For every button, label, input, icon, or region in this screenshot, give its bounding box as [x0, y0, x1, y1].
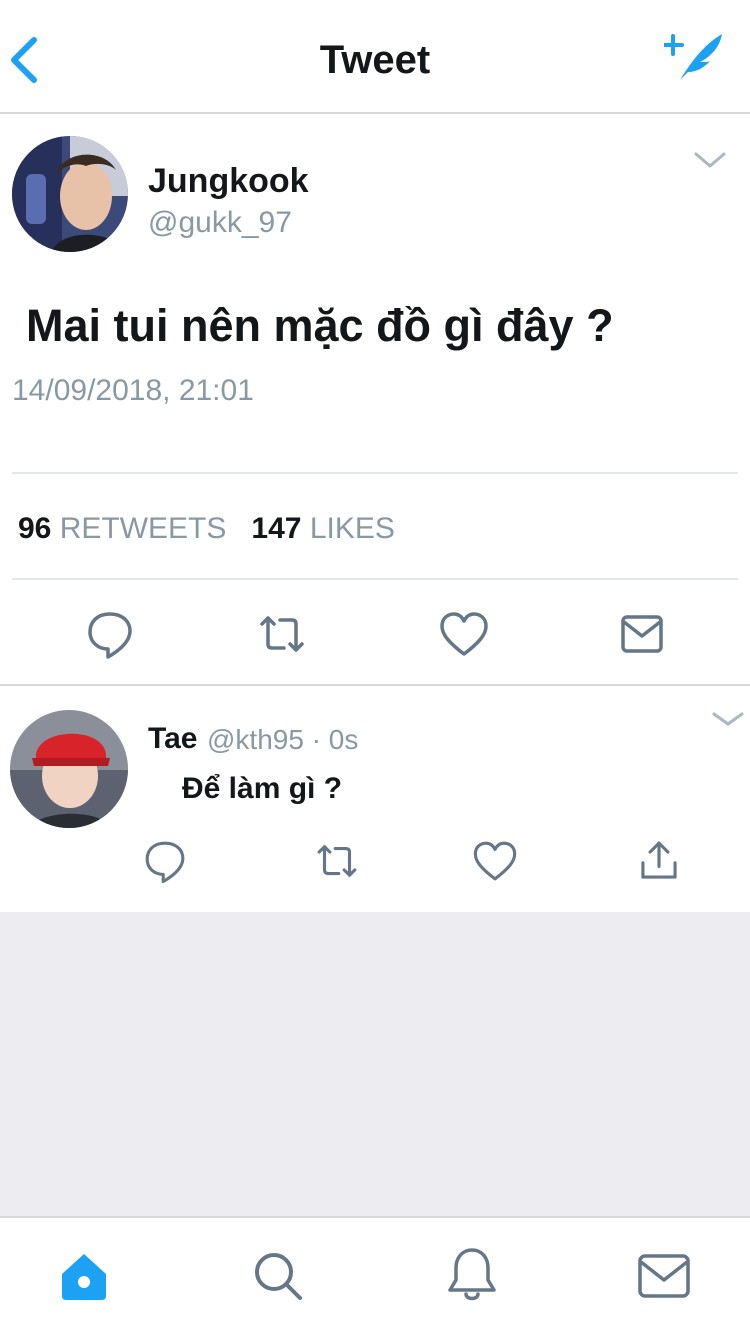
likes-label[interactable]: LIKES	[310, 512, 395, 545]
retweets-label[interactable]: RETWEETS	[60, 512, 227, 545]
home-icon[interactable]	[52, 1244, 116, 1308]
search-icon[interactable]	[246, 1244, 310, 1308]
engagement-stats: 96 RETWEETS 147 LIKES	[18, 512, 395, 546]
like-icon[interactable]	[470, 836, 520, 886]
reply-meta: @kth95 · 0s	[207, 724, 359, 755]
reply-icon[interactable]	[82, 606, 138, 662]
messages-icon[interactable]	[632, 1244, 696, 1308]
author-name[interactable]: Jungkook	[148, 162, 309, 201]
author-handle[interactable]: @gukk_97	[148, 206, 292, 240]
divider	[12, 578, 738, 580]
empty-area	[0, 912, 750, 1218]
tweet-timestamp: 14/09/2018, 21:01	[12, 374, 254, 407]
retweet-icon[interactable]	[312, 836, 362, 886]
notifications-icon[interactable]	[440, 1242, 504, 1306]
reply-author-name[interactable]: Tae	[148, 722, 197, 756]
author-avatar[interactable]	[12, 136, 128, 252]
reply-author-avatar[interactable]	[10, 710, 128, 828]
chevron-down-icon[interactable]	[692, 146, 728, 174]
tweet-text: Mai tui nên mặc đồ gì đây ?	[26, 300, 614, 351]
divider	[12, 472, 738, 474]
reply-icon[interactable]	[140, 836, 190, 886]
page-title: Tweet	[319, 38, 431, 82]
retweet-icon[interactable]	[254, 606, 310, 662]
share-icon[interactable]	[634, 836, 684, 886]
compose-tweet-icon[interactable]	[664, 28, 728, 88]
section-divider	[0, 684, 750, 686]
retweets-count[interactable]: 96	[18, 512, 51, 545]
reply-text: Để làm gì ?	[182, 772, 343, 805]
chevron-down-icon[interactable]	[710, 706, 746, 732]
likes-count[interactable]: 147	[251, 512, 301, 545]
like-icon[interactable]	[436, 606, 492, 662]
message-icon[interactable]	[614, 606, 670, 662]
